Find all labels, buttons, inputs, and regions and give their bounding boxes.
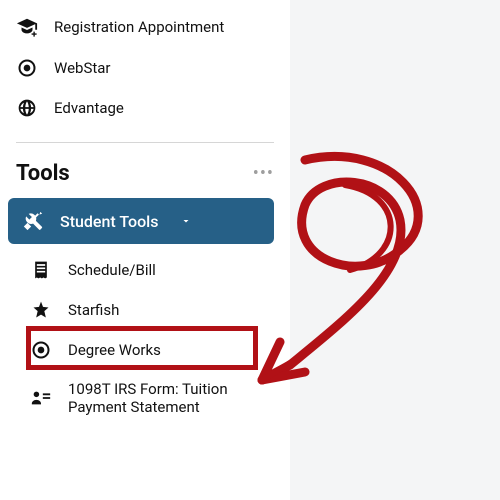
quicklink-label: Edvantage — [54, 99, 124, 117]
section-divider — [16, 142, 274, 143]
quicklink-edvantage[interactable]: Edvantage — [8, 88, 282, 128]
person-card-icon — [30, 387, 52, 409]
star-icon — [30, 300, 52, 320]
tool-degree-works[interactable]: Degree Works — [8, 330, 282, 370]
quicklink-label: Registration Appointment — [54, 18, 224, 36]
globe-icon — [16, 98, 38, 118]
grad-cap-plus-icon — [16, 16, 38, 38]
target-icon — [30, 340, 52, 360]
tools-heading: Tools — [16, 161, 70, 186]
student-tools-dropdown[interactable]: Student Tools — [8, 198, 274, 244]
tool-1098t[interactable]: 1098T IRS Form: Tuition Payment Statemen… — [8, 370, 282, 426]
dropdown-label: Student Tools — [60, 212, 158, 231]
tool-label: Starfish — [68, 301, 119, 319]
quicklink-registration-appointment[interactable]: Registration Appointment — [8, 6, 282, 48]
tools-section-header: Tools ••• — [8, 153, 282, 198]
tool-label: 1098T IRS Form: Tuition Payment Statemen… — [68, 380, 274, 416]
tool-starfish[interactable]: Starfish — [8, 290, 282, 330]
caret-down-icon — [180, 215, 192, 227]
tools-list: Schedule/Bill Starfish Degree Works 1098… — [8, 250, 282, 426]
tool-label: Degree Works — [68, 341, 161, 359]
tools-icon — [22, 210, 44, 232]
quicklinks-list: Registration Appointment WebStar Edvanta… — [8, 6, 282, 128]
tool-schedule-bill[interactable]: Schedule/Bill — [8, 250, 282, 290]
sidebar-panel: Registration Appointment WebStar Edvanta… — [0, 0, 290, 500]
quicklink-webstar[interactable]: WebStar — [8, 48, 282, 88]
target-icon — [16, 58, 38, 78]
tool-label: Schedule/Bill — [68, 261, 156, 279]
receipt-icon — [30, 260, 52, 280]
quicklink-label: WebStar — [54, 59, 111, 77]
more-icon[interactable]: ••• — [253, 165, 274, 183]
